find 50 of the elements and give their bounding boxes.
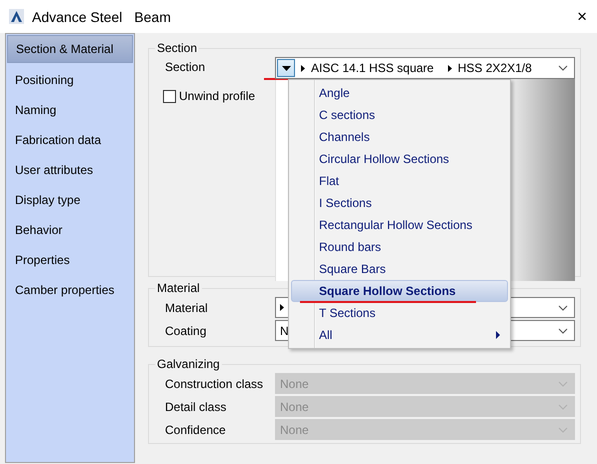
sidebar-item[interactable]: Fabrication data <box>7 125 133 155</box>
field-label: Section <box>165 59 206 76</box>
app-logo-icon <box>9 9 24 24</box>
chevron-down-icon <box>558 65 568 71</box>
menu-item[interactable]: I Sections <box>289 192 510 214</box>
sidebar-item[interactable]: Display type <box>7 185 133 215</box>
triangle-right-icon <box>301 64 305 72</box>
field-label: Coating <box>165 324 208 338</box>
breadcrumb-item: HSS 2X2X1/8 <box>458 61 532 75</box>
checkbox[interactable] <box>163 90 176 102</box>
menu-item[interactable]: T Sections <box>289 302 510 324</box>
field-label: Confidence <box>165 422 227 436</box>
field-label: Detail class <box>165 400 228 414</box>
group-title: Material <box>156 281 201 295</box>
group-title: Section <box>156 41 198 55</box>
chevron-down-icon <box>558 426 568 432</box>
menu-item[interactable]: C sections <box>289 104 510 126</box>
triangle-right-icon <box>448 64 452 72</box>
sidebar-item[interactable]: Positioning <box>7 65 133 95</box>
field-label: Material <box>165 300 209 314</box>
app-name: Advance Steel <box>32 8 122 24</box>
menu-item[interactable]: Square Bars <box>289 258 510 280</box>
group-title: Galvanizing <box>156 357 221 371</box>
chevron-down-icon <box>558 404 568 410</box>
section-dropdown[interactable]: AISC 14.1 HSS square HSS 2X2X1/8 <box>275 57 575 79</box>
menu-item[interactable]: All <box>289 324 510 346</box>
menu-item[interactable]: Angle <box>289 82 510 104</box>
chevron-down-icon <box>558 304 568 310</box>
sidebar-item[interactable]: Properties <box>7 245 133 275</box>
menu-item[interactable]: Circular Hollow Sections <box>289 148 510 170</box>
sidebar-item[interactable]: Naming <box>7 95 133 125</box>
chevron-down-icon <box>558 328 568 334</box>
menu-item[interactable]: Round bars <box>289 236 510 258</box>
menu-item[interactable]: Channels <box>289 126 510 148</box>
chevron-down-icon <box>558 380 568 386</box>
breadcrumb-item: AISC 14.1 HSS square <box>311 61 434 75</box>
dropdown-button[interactable] <box>277 59 295 77</box>
close-button[interactable]: × <box>577 6 587 26</box>
menu-item[interactable]: Flat <box>289 170 510 192</box>
sidebar-item[interactable]: Section & Material <box>7 35 133 63</box>
menu-item[interactable]: Rectangular Hollow Sections <box>289 214 510 236</box>
menu-item[interactable]: Square Hollow Sections <box>291 280 508 302</box>
sidebar-item[interactable]: User attributes <box>7 155 133 185</box>
sidebar-item[interactable]: Camber properties <box>7 275 133 305</box>
triangle-right-icon <box>280 304 284 311</box>
checkbox-label: Unwind profile <box>179 89 256 103</box>
window-title: Beam <box>134 8 171 24</box>
caret-down-icon <box>282 66 290 70</box>
field-label: Construction class <box>165 376 264 390</box>
sidebar-item[interactable]: Behavior <box>7 215 133 245</box>
